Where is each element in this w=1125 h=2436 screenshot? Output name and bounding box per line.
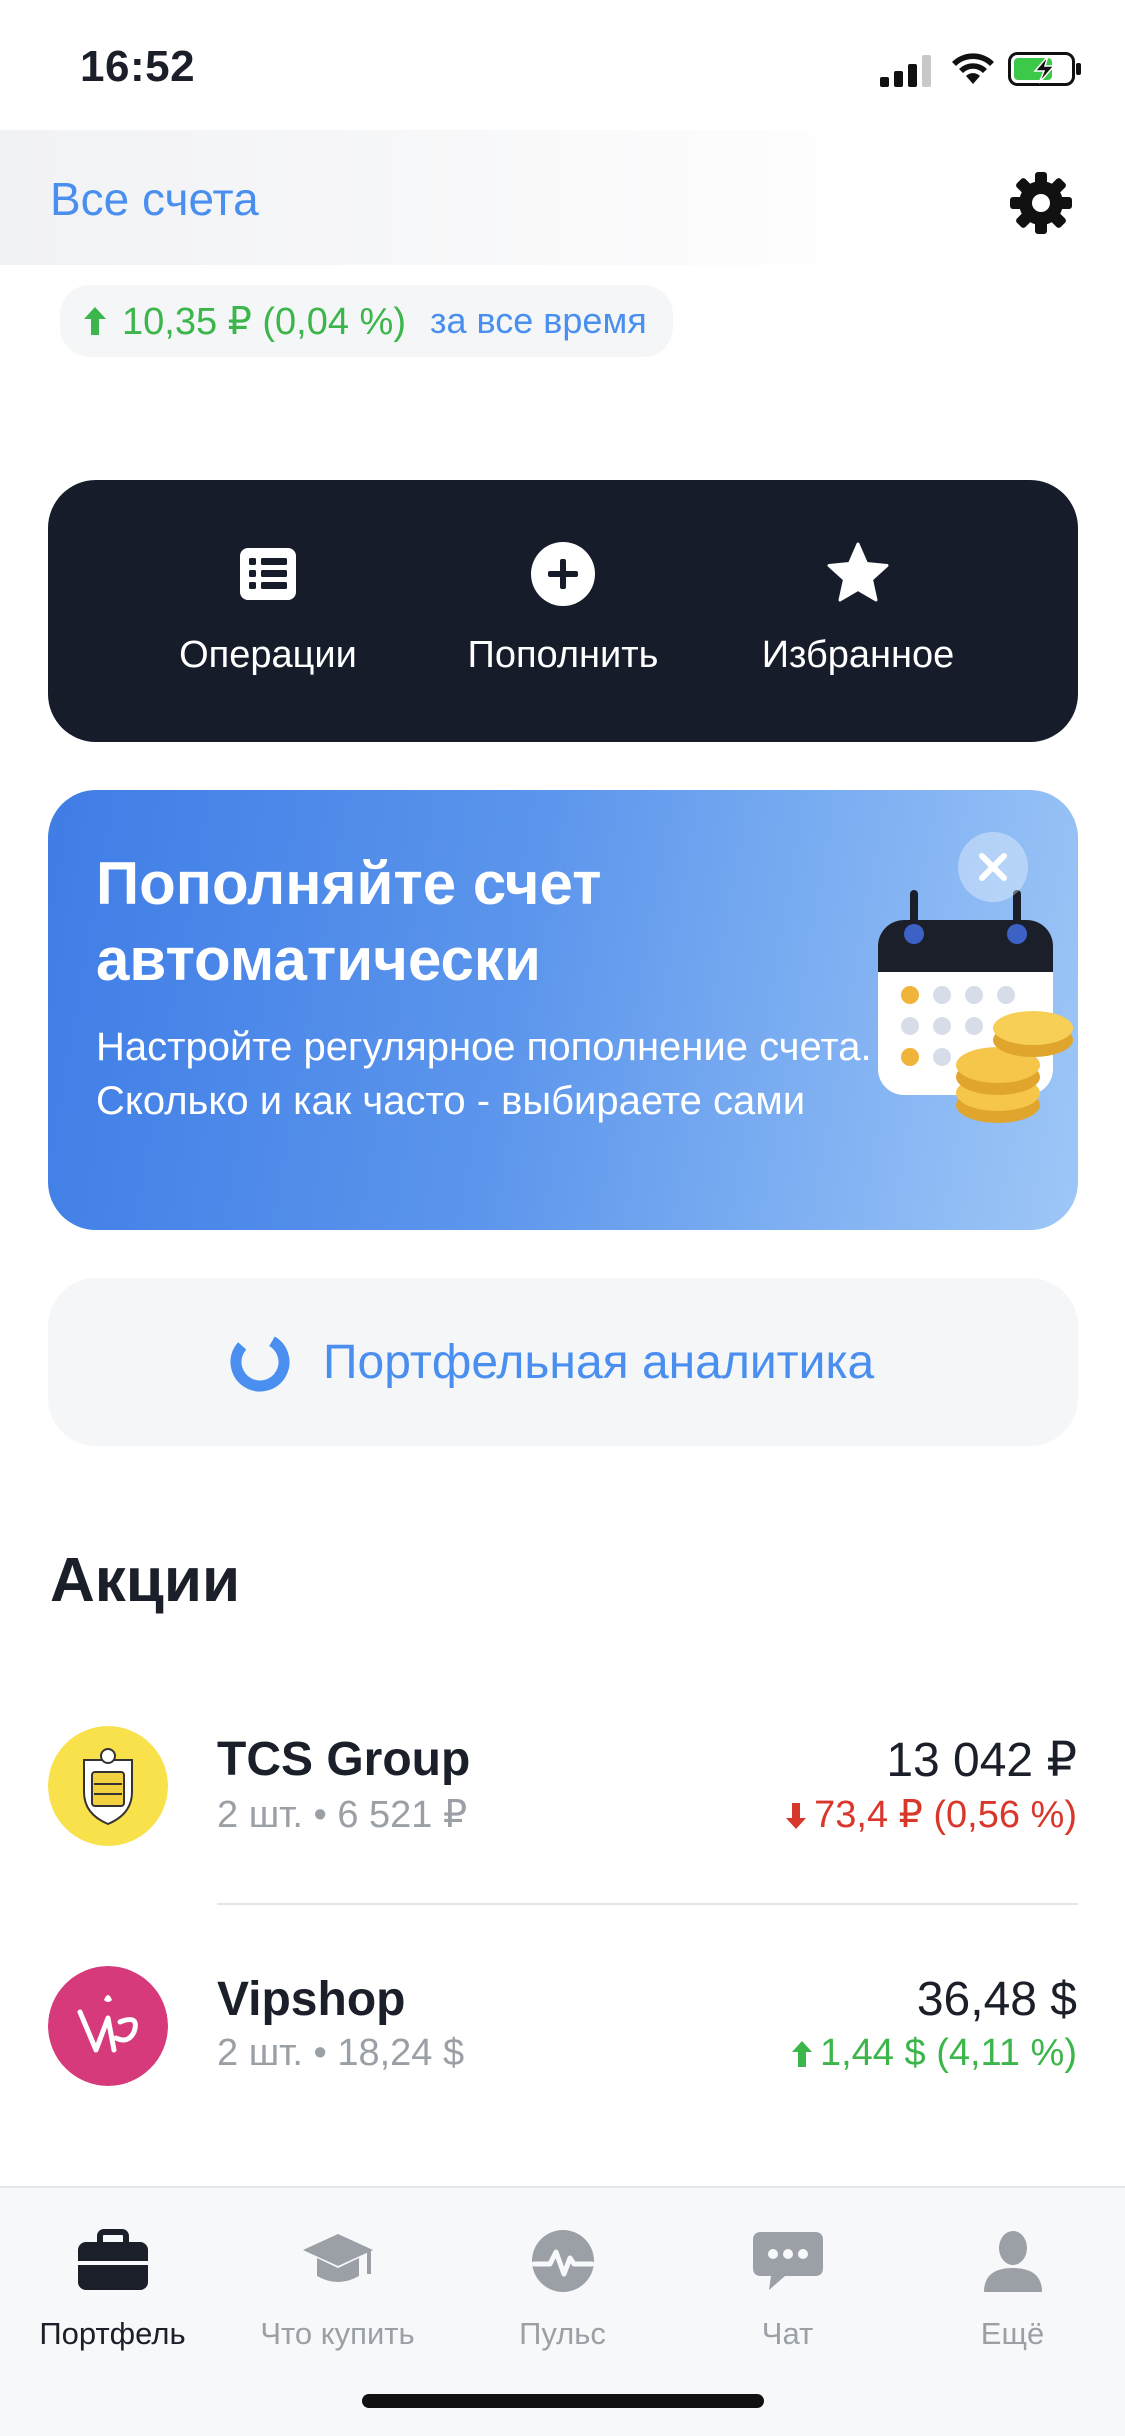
- calendar-coins-icon: [878, 890, 1073, 1123]
- plus-circle-icon: [531, 542, 595, 606]
- gear-icon[interactable]: [1008, 170, 1074, 236]
- tab-more-label: Ещё: [980, 2316, 1045, 2351]
- operations-button[interactable]: Операции: [118, 480, 418, 742]
- stock-change-value: 1,44 $ (4,11 %): [819, 2032, 1077, 2074]
- star-icon: [827, 542, 889, 602]
- vipshop-logo: [48, 1966, 168, 2086]
- tab-what-to-buy[interactable]: Что купить: [225, 2210, 450, 2351]
- tab-pulse[interactable]: Пульс: [450, 2210, 675, 2351]
- stock-change: 73,4 ₽ (0,56 %): [784, 1792, 1077, 1837]
- stock-name: Vipshop: [217, 1973, 406, 2026]
- favorites-button[interactable]: Избранное: [708, 480, 1008, 742]
- close-icon: [979, 853, 1007, 881]
- tab-pulse-label: Пульс: [519, 2316, 606, 2351]
- person-icon: [984, 2231, 1042, 2292]
- tab-what-to-buy-label: Что купить: [260, 2316, 415, 2351]
- tab-chat[interactable]: Чат: [675, 2210, 900, 2351]
- portfolio-analytics-button[interactable]: Портфельная аналитика: [48, 1278, 1078, 1446]
- banner-title: Пополняйте счет автоматически: [96, 850, 602, 993]
- stock-name: TCS Group: [217, 1733, 471, 1786]
- stock-change: 1,44 $ (4,11 %): [790, 2032, 1077, 2075]
- profit-value: 10,35 ₽ (0,04 %): [122, 300, 406, 343]
- total-profit-badge[interactable]: 10,35 ₽ (0,04 %) за все время: [60, 285, 673, 357]
- top-up-label: Пополнить: [467, 634, 659, 676]
- donut-chart-icon: [230, 1332, 290, 1392]
- stock-quantity: 2 шт. • 18,24 $: [217, 2032, 465, 2074]
- stock-price: 13 042 ₽: [886, 1734, 1077, 1787]
- graduation-cap-icon: [303, 2234, 373, 2282]
- operations-label: Операции: [179, 634, 357, 676]
- stock-row-vipshop[interactable]: Vipshop 2 шт. • 18,24 $ 36,48 $ 1,44 $ (…: [0, 1928, 1125, 2118]
- tcs-group-logo: [48, 1726, 168, 1846]
- banner-close-button[interactable]: [958, 832, 1028, 902]
- profit-period: за все время: [430, 300, 647, 341]
- stock-change-value: 73,4 ₽ (0,56 %): [814, 1794, 1077, 1836]
- favorites-label: Избранное: [761, 634, 955, 676]
- arrow-up-icon: [84, 307, 106, 335]
- chat-icon: [753, 2232, 823, 2290]
- banner-text: Настройте регулярное пополнение счета. С…: [96, 1025, 872, 1123]
- portfolio-analytics-label: Портфельная аналитика: [323, 1336, 875, 1389]
- all-accounts-link[interactable]: Все счета: [50, 172, 259, 226]
- briefcase-icon: [78, 2229, 148, 2290]
- stock-row-tcs[interactable]: TCS Group 2 шт. • 6 521 ₽ 13 042 ₽ 73,4 …: [0, 1688, 1125, 1878]
- arrow-down-icon: [786, 1803, 807, 1829]
- row-divider: [217, 1903, 1078, 1905]
- list-icon: [240, 548, 296, 600]
- tab-more[interactable]: Ещё: [900, 2210, 1125, 2351]
- status-bar: 16:52: [0, 0, 1125, 130]
- auto-top-up-banner[interactable]: Пополняйте счет автоматически Настройте …: [48, 790, 1078, 1230]
- wifi-icon: [952, 53, 994, 84]
- top-up-button[interactable]: Пополнить: [413, 480, 713, 742]
- stocks-section-title: Акции: [50, 1546, 241, 1615]
- battery-charging-icon: [1008, 52, 1081, 86]
- home-indicator: [362, 2394, 764, 2408]
- status-time: 16:52: [80, 42, 196, 91]
- tab-portfolio-label: Портфель: [39, 2316, 186, 2351]
- signal-icon: [880, 55, 931, 87]
- quick-actions-card: Операции Пополнить Избранное: [48, 480, 1078, 742]
- tab-portfolio[interactable]: Портфель: [0, 2210, 225, 2351]
- tab-chat-label: Чат: [761, 2316, 814, 2351]
- stock-price: 36,48 $: [916, 1973, 1077, 2026]
- stock-quantity: 2 шт. • 6 521 ₽: [217, 1794, 468, 1836]
- pulse-icon: [531, 2230, 595, 2292]
- arrow-up-icon: [791, 2041, 812, 2067]
